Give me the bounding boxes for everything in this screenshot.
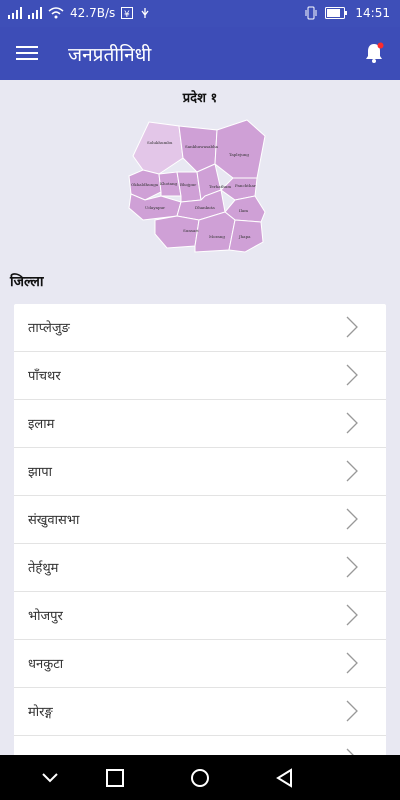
map-label: Jhapa [238,234,251,239]
list-item-label: भोजपुर [28,609,63,624]
map-label: Udayapur [145,205,165,210]
map-label: Solukhumbu [147,140,173,145]
network-speed: 42.7B/s [70,6,116,20]
list-item-partial[interactable] [14,736,386,755]
yen-icon: ¥ [121,7,134,19]
list-item-label: धनकुटा [28,657,64,672]
status-left: 42.7B/s ¥ [8,6,151,20]
status-right: 14:51 [305,6,390,20]
chevron-right-icon [346,364,358,386]
recents-square-icon[interactable] [103,766,127,790]
map-label: Ilam [239,208,248,213]
list-item[interactable]: इलाम [14,400,386,448]
signal-icon [8,7,22,19]
map-label: Sankhuwasabha [185,144,219,149]
list-item-label: मोरङ्ग [28,705,53,720]
menu-icon[interactable] [16,42,38,64]
vibrate-icon [305,6,317,20]
wifi-icon [48,7,64,19]
province-title: प्रदेश १ [182,91,218,106]
chevron-right-icon [346,604,358,626]
list-item-label: झापा [28,465,52,480]
list-item-label: इलाम [28,417,55,432]
district-list: ताप्लेजुङ पाँचथर इलाम झापा संखुवासभा तेर… [14,304,386,755]
map-label: Terhathum [209,184,231,189]
chevron-right-icon [346,700,358,722]
map-label: Taplejung [229,152,249,157]
status-time: 14:51 [355,6,390,20]
status-bar: 42.7B/s ¥ 14:51 [0,0,400,27]
list-item-label: तेर्हथुम [28,561,59,576]
list-item-label: पाँचथर [28,369,61,384]
section-label-district: जिल्ला [10,274,44,290]
map-label: Panchthar [235,183,256,188]
list-item[interactable]: पाँचथर [14,352,386,400]
list-item[interactable]: धनकुटा [14,640,386,688]
back-triangle-icon[interactable] [273,766,297,790]
bell-icon[interactable] [362,41,386,65]
map-label: Bhojpur [180,182,196,187]
usb-icon [141,8,149,18]
list-item-label: संखुवासभा [28,513,80,528]
notification-dot [377,42,384,49]
list-item[interactable]: ताप्लेजुङ [14,304,386,352]
map-district-solukhumbu [132,121,184,175]
chevron-right-icon [346,748,354,755]
chevron-right-icon [346,652,358,674]
battery-icon [325,7,348,19]
app-bar: जनप्रतीनिधी [0,27,400,80]
chevron-right-icon [346,316,358,338]
province-map: Solukhumbu Sankhuwasabha Taplejung Okhal… [128,119,266,253]
map-label: Khotang [160,181,178,186]
list-item[interactable]: तेर्हथुम [14,544,386,592]
list-item[interactable]: मोरङ्ग [14,688,386,736]
app-title: जनप्रतीनिधी [68,44,152,66]
chevron-right-icon [346,460,358,482]
list-item-label: ताप्लेजुङ [28,321,70,336]
map-label: Dhankuta [195,205,215,210]
home-circle-icon[interactable] [188,766,212,790]
map-district-taplejung [214,119,266,179]
chevron-right-icon [346,508,358,530]
list-item[interactable]: भोजपुर [14,592,386,640]
list-item[interactable]: झापा [14,448,386,496]
map-label: Morang [209,234,225,239]
chevron-right-icon [346,412,358,434]
main-content: प्रदेश १ Solukhumbu Sankhuwasabha Taplej… [0,80,400,755]
chevron-down-icon[interactable] [38,766,62,790]
svg-text:¥: ¥ [124,10,130,19]
chevron-right-icon [346,556,358,578]
signal-icon-2 [28,7,42,19]
map-label: Okhaldhunga [131,182,159,187]
system-nav-bar [0,755,400,800]
map-label: Sunsari [183,228,199,233]
list-item[interactable]: संखुवासभा [14,496,386,544]
